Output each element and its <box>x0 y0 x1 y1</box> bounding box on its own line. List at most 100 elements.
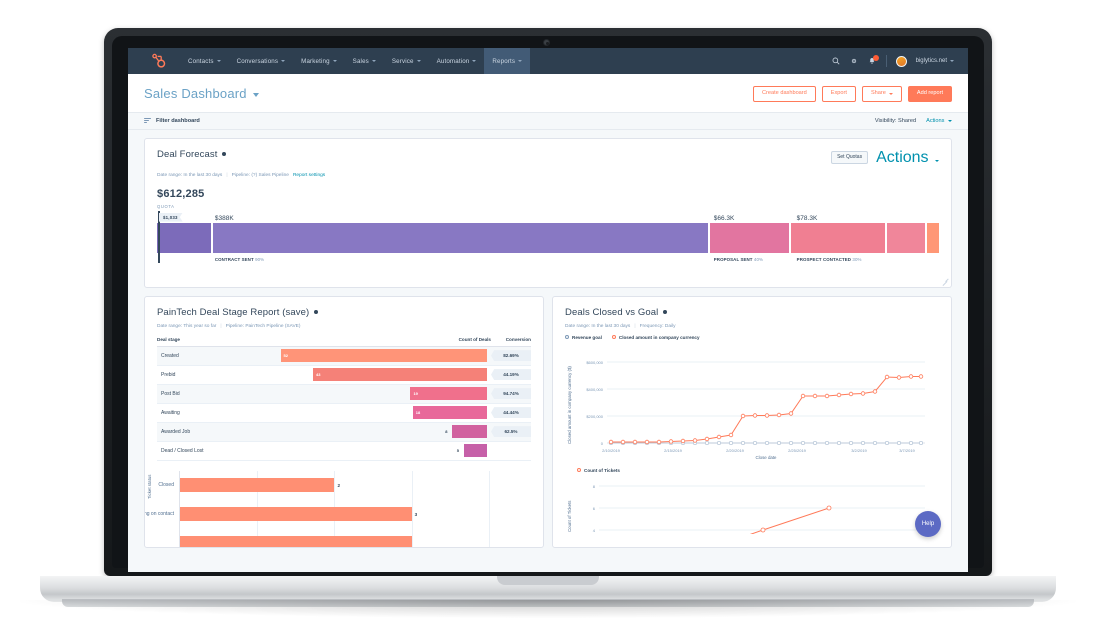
stage-bar[interactable]: 8 <box>445 425 487 439</box>
segment-amount: $78.3K <box>796 214 818 222</box>
forecast-segment-quota[interactable] <box>157 222 214 253</box>
date-range: Date range: This year so far <box>157 323 217 329</box>
ticket-status-chart: Ticket status Closed 2 g on contact 3 <box>145 461 543 547</box>
conversion-value: 44.44% <box>491 407 531 419</box>
dot-menu-icon[interactable] <box>314 310 319 315</box>
export-button[interactable]: Export <box>821 86 856 102</box>
dot-menu-icon[interactable] <box>222 152 227 157</box>
chart-row: Closed 2 <box>158 471 531 500</box>
report-settings-link[interactable]: Report settings <box>293 173 325 178</box>
conversion-value: 94.74% <box>491 388 531 400</box>
ticket-bar[interactable] <box>180 478 335 493</box>
nav-item-contacts[interactable]: Contacts <box>180 52 229 71</box>
bar-cell: 52 <box>255 349 487 363</box>
nav-item-sales[interactable]: Sales <box>345 52 384 71</box>
stage-bar[interactable]: 43 <box>313 368 487 382</box>
legend-item-count-of-tickets[interactable]: Count of Tickets <box>577 468 620 473</box>
filter-dashboard-button[interactable]: Filter dashboard <box>144 118 200 124</box>
table-row[interactable]: Created 52 82.69% <box>157 346 531 366</box>
nav-item-service[interactable]: Service <box>384 52 429 71</box>
tickets-line-svg: Count of Tickets 8 6 4 <box>567 484 925 547</box>
account-menu[interactable]: biglytics.net <box>916 58 954 64</box>
conversion-value: 44.19% <box>491 369 531 381</box>
dot-menu-icon[interactable] <box>663 310 668 315</box>
forecast-segment-closed[interactable] <box>927 222 939 253</box>
forecast-segment-other[interactable] <box>886 222 928 253</box>
search-icon[interactable] <box>832 57 841 66</box>
filter-icon <box>144 117 151 124</box>
set-quotas-button[interactable]: Set Quotas <box>831 151 869 165</box>
forecast-actions-menu[interactable]: Actions <box>876 149 939 167</box>
bar-cell: 19 <box>255 387 487 401</box>
stage-pct: 90% <box>255 256 265 262</box>
page-title[interactable]: Sales Dashboard <box>144 86 259 101</box>
nav-items: Contacts Conversations Marketing Sales S… <box>180 48 531 74</box>
dashboard-name: Sales Dashboard <box>144 86 247 101</box>
table-row[interactable]: Post Bid 19 94.74% <box>157 384 531 404</box>
bar-cell: 43 <box>255 368 487 382</box>
chevron-down-icon[interactable] <box>252 93 259 97</box>
share-button[interactable]: Share <box>861 86 902 102</box>
resize-handle[interactable] <box>942 278 948 286</box>
actions-label: Actions <box>926 117 945 124</box>
legend-item-closed-amount[interactable]: Closed amount in company currency <box>611 335 700 340</box>
nav-item-marketing[interactable]: Marketing <box>293 52 345 71</box>
nav-item-automation[interactable]: Automation <box>429 52 485 71</box>
notification-badge <box>872 54 879 61</box>
stage-report-title: PainTech Deal Stage Report (save) <box>157 306 310 318</box>
nav-item-conversations[interactable]: Conversations <box>229 52 294 71</box>
stage-bar[interactable]: 52 <box>280 349 487 363</box>
divider: | <box>634 323 636 329</box>
table-row[interactable]: Awaiting 18 44.44% <box>157 404 531 423</box>
nav-label: Service <box>391 57 414 65</box>
gear-icon[interactable] <box>850 57 859 66</box>
add-report-button[interactable]: Add report <box>907 86 952 102</box>
chevron-down-icon <box>950 60 954 62</box>
create-dashboard-button[interactable]: Create dashboard <box>752 86 816 102</box>
visibility-status: Visibility: Shared <box>875 118 916 124</box>
stage-bar[interactable]: 19 <box>410 387 487 401</box>
ticket-bar[interactable] <box>180 507 412 522</box>
legend-label: Count of Tickets <box>584 467 620 473</box>
bell-icon[interactable] <box>868 54 879 66</box>
forecast-segment-prospect-contacted[interactable] <box>791 222 887 253</box>
stage-bar[interactable]: 5 <box>457 444 487 458</box>
line-chart-svg: Closed amount in company currency ($) $6… <box>567 360 925 460</box>
bar-value: 3 <box>414 511 418 517</box>
conversion-value <box>491 448 531 454</box>
nav-item-reports[interactable]: Reports <box>484 48 531 74</box>
forecast-bar-wrap: $1,033 $388K $66.3K $78.3K CONTRACT SENT… <box>145 209 951 287</box>
legend-item-revenue-goal[interactable]: Revenue goal <box>565 335 602 340</box>
closed-goal-title: Deals Closed vs Goal <box>565 306 659 318</box>
webcam-icon <box>543 39 550 46</box>
deal-forecast-card: Deal Forecast Set Quotas Actions Date ra… <box>144 137 952 288</box>
legend-marker <box>565 335 569 340</box>
chevron-down-icon <box>935 159 939 162</box>
stage-name: Awarded Job <box>161 428 191 435</box>
avatar[interactable] <box>895 55 907 67</box>
table-row[interactable]: Dead / Closed Lost 5 <box>157 442 531 461</box>
dashboard-actions-menu[interactable]: Actions <box>926 118 952 124</box>
forecast-stacked-bar[interactable] <box>157 222 939 253</box>
stage-bar[interactable]: 18 <box>412 406 487 420</box>
ticket-bar[interactable] <box>180 536 412 547</box>
hubspot-logo-icon[interactable] <box>150 53 166 69</box>
dashboard-body: Deal Forecast Set Quotas Actions Date ra… <box>128 130 968 556</box>
help-button[interactable]: Help <box>915 510 941 537</box>
card-subtitle: Date range: In the last 30 days | Freque… <box>553 318 951 329</box>
forecast-segment-proposal-sent[interactable] <box>709 222 792 253</box>
closed-vs-goal-chart[interactable]: Closed amount in company currency ($) $6… <box>553 344 951 464</box>
x-tick: 3/2/2019 <box>851 448 867 453</box>
table-row[interactable]: Awarded Job 8 62.5% <box>157 422 531 442</box>
table-row[interactable]: Prebid 43 44.19% <box>157 366 531 385</box>
bar-cell: 8 <box>255 425 487 439</box>
conversion-value: 62.5% <box>491 426 531 438</box>
card-actions: Set Quotas Actions <box>831 149 939 167</box>
y-tick: 0 <box>601 441 604 446</box>
card-subtitle: Date range: This year so far | Pipeline:… <box>145 318 543 329</box>
forecast-segment-contract-sent[interactable] <box>213 222 710 253</box>
bar-value: 19 <box>413 391 418 397</box>
nav-label: Automation <box>436 57 470 65</box>
x-tick: 2/10/2019 <box>602 448 621 453</box>
y-tick: $600,000 <box>586 360 603 365</box>
